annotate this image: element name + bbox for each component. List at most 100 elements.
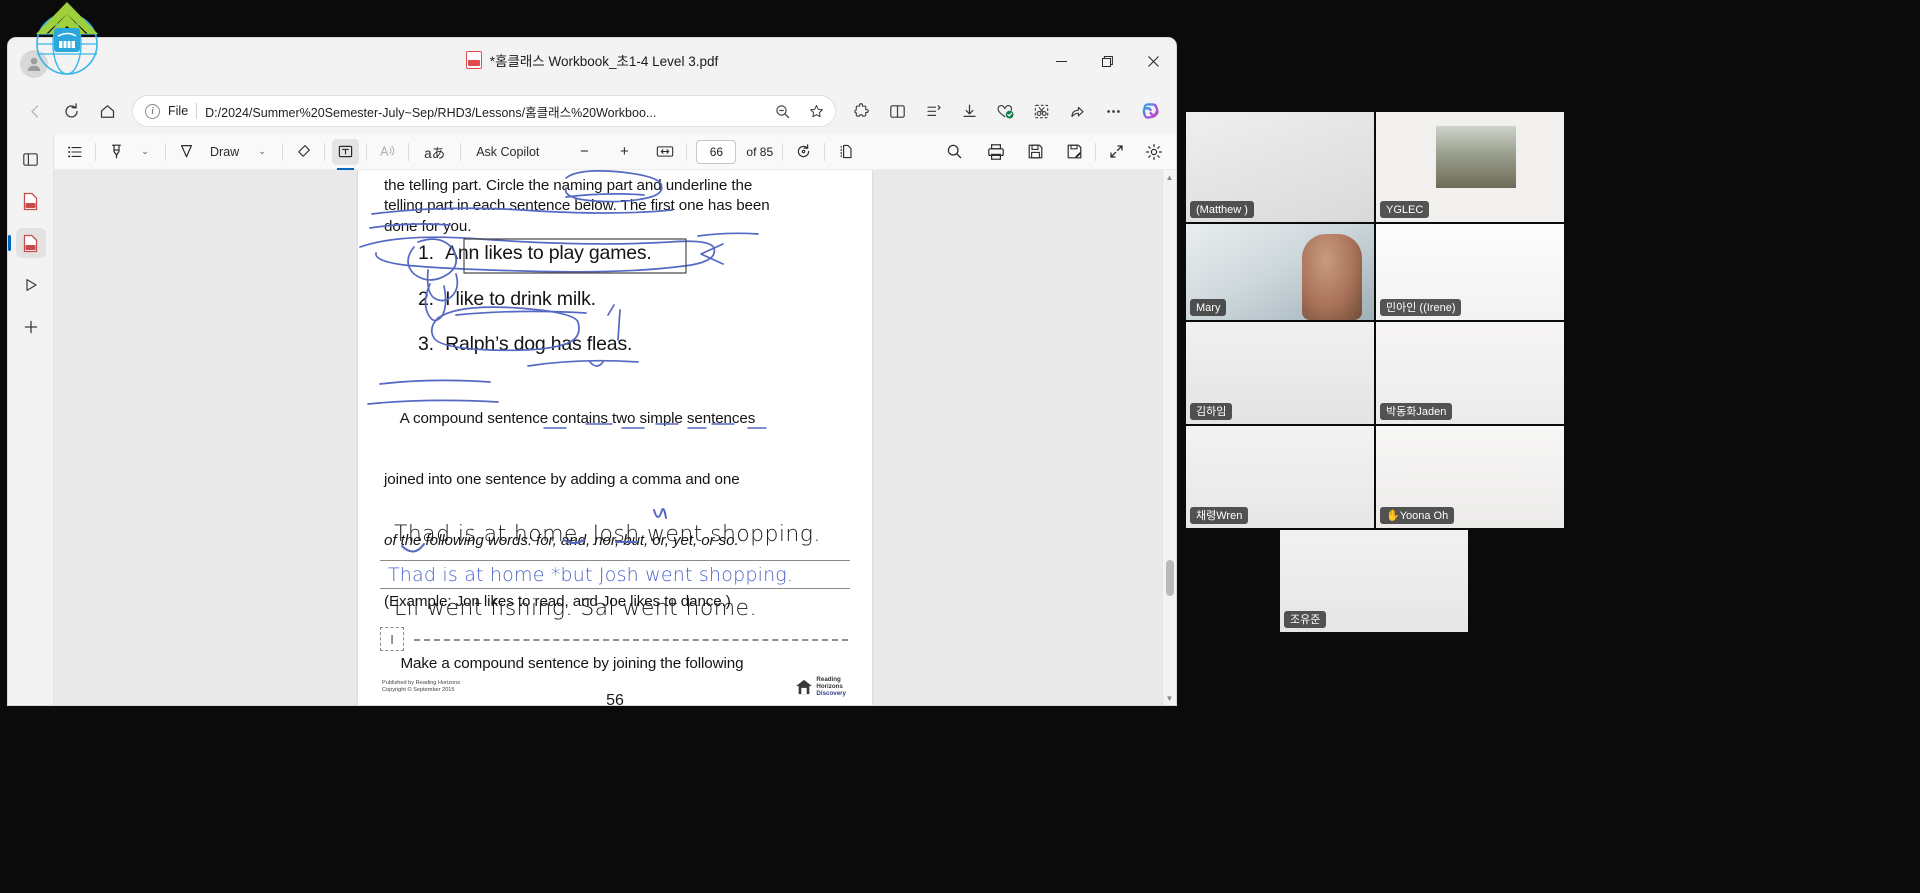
ask-copilot-button[interactable]: Ask Copilot [468, 139, 547, 165]
app-logo-watermark [36, 2, 98, 75]
close-button[interactable] [1130, 38, 1176, 84]
panel-toggle-icon[interactable] [16, 144, 46, 174]
page-number-input[interactable]: 66 [696, 139, 737, 164]
print-icon[interactable] [982, 139, 1010, 165]
zoom-out-icon[interactable] [769, 98, 795, 124]
video-tile[interactable]: ✋Yoona Oh [1376, 426, 1564, 528]
doc-line: joined into one sentence by adding a com… [384, 471, 740, 489]
minimize-button[interactable] [1038, 38, 1084, 84]
sidebar-item-pdf-2[interactable] [8, 228, 46, 258]
table-of-contents-icon[interactable] [62, 139, 88, 165]
eraser-icon[interactable] [290, 139, 317, 165]
refresh-button[interactable] [54, 94, 88, 128]
highlighter-dropdown[interactable]: ⌄ [132, 139, 158, 165]
add-tab-icon[interactable] [16, 312, 46, 342]
video-tile[interactable]: 박동화Jaden [1376, 322, 1564, 424]
participant-name: Mary [1190, 299, 1227, 316]
video-tile[interactable]: (Matthew ) [1186, 112, 1374, 222]
logo-line: Horizons [816, 683, 843, 690]
site-info-icon[interactable]: i [145, 103, 160, 119]
reading-horizons-logo: Reading Horizons Discovery [795, 676, 846, 697]
title-bar: *홈클래스 Workbook_초1-4 Level 3.pdf [8, 38, 1176, 88]
favorite-star-icon[interactable] [803, 98, 829, 124]
video-tile[interactable]: 조유준 [1280, 530, 1468, 632]
raised-hand-icon: ✋ [1386, 509, 1400, 522]
zoom-out-button[interactable]: − [571, 139, 597, 165]
toolbar-divider [165, 142, 166, 161]
omnibox-divider [196, 103, 198, 119]
window-title-group: *홈클래스 Workbook_초1-4 Level 3.pdf [8, 50, 1176, 70]
maximize-restore-button[interactable] [1084, 38, 1130, 84]
edge-browser-window: *홈클래스 Workbook_초1-4 Level 3.pdf i File D… [8, 38, 1176, 705]
doc-numbered-item-2: 2. I like to drink milk. [418, 288, 596, 311]
desktop: *홈클래스 Workbook_초1-4 Level 3.pdf i File D… [0, 0, 1920, 893]
scrollbar-thumb[interactable] [1166, 560, 1174, 596]
video-conference-grid: (Matthew ) YGLEC Mary 민아인 ((Irene) 김하임 박… [1186, 112, 1920, 632]
participant-name: 박동화Jaden [1380, 403, 1453, 420]
browser-essentials-icon[interactable] [988, 94, 1022, 128]
video-tile-active[interactable]: Mary [1186, 224, 1374, 320]
sidebar-item-media[interactable] [16, 270, 46, 300]
toolbar-divider [1095, 142, 1096, 161]
settings-and-more-icon[interactable] [1096, 94, 1130, 128]
search-icon[interactable] [941, 139, 968, 165]
draw-button[interactable]: Draw [202, 139, 247, 165]
screenshot-icon[interactable] [1024, 94, 1058, 128]
exercise-2-prompt: Lil went fishing. Sal went home. [394, 596, 757, 621]
read-aloud-icon[interactable] [374, 139, 401, 165]
draw-pen-icon[interactable] [173, 139, 200, 165]
participant-name: 김하임 [1190, 403, 1233, 420]
window-controls [1038, 38, 1176, 88]
pdf-toolbar: ⌄ Draw ⌄ aあ Ask Copilot − + 66 of 85 [54, 134, 1176, 170]
doc-numbered-item-1: 1. Ann likes to play games. [418, 242, 652, 265]
chevron-down-icon: ⌄ [258, 146, 266, 156]
answer-dashed-line [414, 639, 848, 641]
gear-icon[interactable] [1140, 139, 1168, 165]
save-as-icon[interactable] [1061, 139, 1088, 165]
video-tile[interactable]: 김하임 [1186, 322, 1374, 424]
house-icon [796, 679, 813, 694]
video-tile[interactable]: YGLEC [1376, 112, 1564, 222]
highlighter-icon[interactable] [103, 139, 130, 165]
item-text: Ralph’s dog has fleas. [445, 333, 633, 355]
scroll-down-arrow[interactable]: ▼ [1163, 691, 1176, 705]
draw-dropdown[interactable]: ⌄ [249, 139, 275, 165]
toolbar-divider [282, 142, 284, 161]
split-screen-icon[interactable] [880, 94, 914, 128]
extensions-icon[interactable] [844, 94, 878, 128]
file-scheme-label: File [168, 104, 189, 118]
pdf-viewer[interactable]: the telling part. Circle the naming part… [54, 170, 1176, 705]
text-entry-box[interactable]: I [380, 627, 404, 651]
pdf-scrollbar[interactable]: ▲ ▼ [1162, 170, 1176, 705]
add-text-icon[interactable] [332, 138, 360, 170]
toolbar-divider [95, 142, 96, 161]
fit-to-width-icon[interactable] [651, 139, 679, 165]
address-bar[interactable]: i File D:/2024/Summer%20Semester-July~Se… [132, 95, 836, 127]
video-tile[interactable]: 채령Wren [1186, 426, 1374, 528]
url-text: D:/2024/Summer%20Semester-July~Sep/RHD3/… [205, 105, 657, 120]
answer-rule-1 [380, 560, 850, 561]
zoom-in-button[interactable]: + [611, 139, 637, 165]
back-button[interactable] [18, 94, 52, 128]
toolbar-divider [782, 142, 784, 161]
toolbar-divider [460, 142, 462, 161]
doc-line: A compound sentence contains two simple … [384, 409, 756, 427]
chevron-down-icon: ⌄ [141, 146, 149, 156]
copilot-icon[interactable] [1136, 96, 1166, 126]
home-button[interactable] [90, 94, 124, 128]
scroll-up-arrow[interactable]: ▲ [1163, 170, 1176, 184]
toolbar-divider [324, 142, 326, 161]
participant-name: ✋Yoona Oh [1380, 507, 1455, 524]
page-view-icon[interactable] [832, 139, 859, 165]
participant-name-text: Yoona Oh [1399, 509, 1449, 522]
translate-button[interactable]: aあ [416, 139, 453, 165]
downloads-icon[interactable] [952, 94, 986, 128]
rotate-icon[interactable] [790, 139, 817, 165]
save-icon[interactable] [1022, 139, 1049, 165]
fullscreen-icon[interactable] [1103, 139, 1130, 165]
exercise-1-answer: Thad is at home *but Josh went shopping. [388, 564, 794, 586]
video-tile[interactable]: 민아인 ((Irene) [1376, 224, 1564, 320]
sidebar-item-pdf-1[interactable] [16, 186, 46, 216]
share-icon[interactable] [1060, 94, 1094, 128]
collections-icon[interactable] [916, 94, 950, 128]
